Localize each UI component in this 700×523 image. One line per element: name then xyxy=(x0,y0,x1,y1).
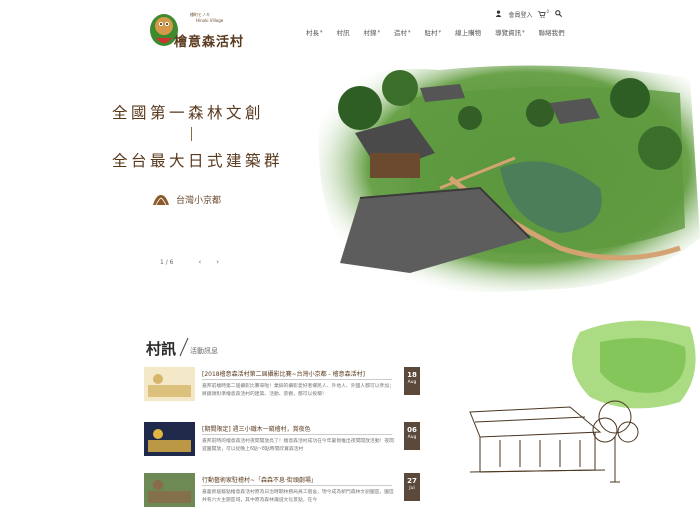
news-date-day: 18 xyxy=(407,371,417,379)
kyoto-emblem-icon xyxy=(153,194,169,205)
news-title-slash xyxy=(179,337,189,357)
news-thumbnail[interactable] xyxy=(144,422,195,456)
hero-image xyxy=(318,65,700,292)
nav-item-label: 造村 xyxy=(394,29,408,37)
news-thumbnail[interactable] xyxy=(144,367,195,401)
nav-item-4[interactable]: 駐村 ▾ xyxy=(425,27,449,37)
nav-item-label: 導覽資訊 xyxy=(495,29,522,37)
nav-item-label: 村訊 xyxy=(336,29,350,37)
site-logo[interactable]: 檜町ヒノキ Hinoki Village 檜意森活村 xyxy=(148,8,243,50)
nav-item-6[interactable]: 導覽資訊 ▾ xyxy=(495,27,532,37)
user-icon[interactable] xyxy=(495,10,502,19)
chevron-down-icon: ▾ xyxy=(438,29,442,35)
news-date-badge: 18 Aug xyxy=(404,367,420,395)
nav-item-1[interactable]: 村訊 xyxy=(337,27,357,37)
main-nav: 村長 ▾ 村訊 村錦 ▾ 造村 ▾ 駐村 ▾ 線上購物 導覽資訊 ▾ 聯絡我們 xyxy=(306,27,579,37)
logo-text: 檜意森活村 xyxy=(174,35,245,50)
hero-pager: 1 / 6 ‹ › xyxy=(160,258,219,266)
news-item[interactable]: [2018檜意森活村第二屆攝影比賽~台灣小京都 - 檜意森活村] 嘉邦前檜時第二屆… xyxy=(144,367,420,417)
member-login-link[interactable]: 會員登入 xyxy=(508,10,532,19)
news-divider xyxy=(202,485,392,486)
tagline-divider xyxy=(191,127,192,141)
search-icon[interactable] xyxy=(555,10,563,19)
news-section-title: 村訊 xyxy=(146,340,177,358)
news-date-badge: 27 Jul xyxy=(404,473,420,501)
nav-item-3[interactable]: 造村 ▾ xyxy=(394,27,418,37)
news-divider xyxy=(202,379,392,380)
decorative-watercolor-sketch xyxy=(469,320,696,483)
chevron-down-icon: ▾ xyxy=(408,29,411,35)
cart-count: 0 xyxy=(546,9,549,14)
chevron-down-icon: ▾ xyxy=(320,29,323,35)
chevron-down-icon: ▾ xyxy=(377,29,381,35)
news-description: 嘉邦前檜時第二屆攝影比賽來啦！業餘的攝影愛好者鄉民人、外地人、外國人都可以參加；… xyxy=(202,384,394,397)
news-section-subtitle: 活動訊息 xyxy=(190,347,218,355)
nav-item-2[interactable]: 村錦 ▾ xyxy=(364,27,388,37)
nav-item-label: 村長 xyxy=(306,29,319,37)
news-date-month: Jul xyxy=(409,486,415,491)
next-slide-icon[interactable]: › xyxy=(216,258,219,266)
news-divider xyxy=(202,434,392,435)
prev-slide-icon[interactable]: ‹ xyxy=(198,258,201,266)
top-bar: 會員登入 0 xyxy=(495,9,563,19)
nav-item-label: 村錦 xyxy=(363,29,377,37)
news-thumbnail[interactable] xyxy=(144,473,195,507)
news-headline[interactable]: 行動藝術家駐檜村~「森森不息·街頭劇場」 xyxy=(202,475,402,484)
nav-item-label: 線上購物 xyxy=(455,29,482,37)
news-date-badge: 06 Aug xyxy=(404,422,420,450)
news-item[interactable]: [期間限定] 週三小鐵木一窺檜村，賞夜色嘉邦前時的檜意森活村夜間開放亮了！檜意森… xyxy=(144,422,420,472)
nav-item-label: 聯絡我們 xyxy=(538,29,565,37)
news-date-day: 06 xyxy=(407,426,417,434)
hero-tagline-2: 全台最大日式建築群 xyxy=(112,152,284,170)
news-description: 嘉義新居藝點檜意森活村原為日治時期林務局員工宿舍，現今成為新門森林文創園區，園區… xyxy=(202,490,394,503)
nav-item-0[interactable]: 村長 ▾ xyxy=(306,27,330,37)
news-date-month: Aug xyxy=(407,435,417,440)
nav-item-5[interactable]: 線上購物 xyxy=(455,27,488,37)
nav-item-label: 駐村 xyxy=(424,29,438,37)
hero-subtag-text: 台灣小京都 xyxy=(176,196,222,206)
logo-english: Hinoki Village xyxy=(196,18,224,23)
news-item[interactable]: 行動藝術家駐檜村~「森森不息·街頭劇場」嘉義新居藝點檜意森活村原為日治時期林務局… xyxy=(144,473,420,523)
news-date-month: Aug xyxy=(407,380,417,385)
news-headline[interactable]: [2018檜意森活村第二屆攝影比賽~台灣小京都 - 檜意森活村] xyxy=(202,369,402,378)
news-description: 嘉邦前時的檜意森活村夜間開放亮了！檜意森活村成功在今年暑假推出夜間開放活動！夜間… xyxy=(202,439,394,452)
nav-item-7[interactable]: 聯絡我們 xyxy=(539,27,572,37)
news-headline[interactable]: [期間限定] 週三小鐵木一窺檜村，賞夜色 xyxy=(202,424,402,433)
cart-icon[interactable]: 0 xyxy=(538,9,549,18)
chevron-down-icon: ▾ xyxy=(522,29,525,35)
hero-tagline-1: 全國第一森林文創 xyxy=(112,104,265,122)
news-date-day: 27 xyxy=(407,477,417,485)
hero-subtag: 台灣小京都 xyxy=(152,193,221,206)
slide-counter: 1 / 6 xyxy=(160,258,174,266)
